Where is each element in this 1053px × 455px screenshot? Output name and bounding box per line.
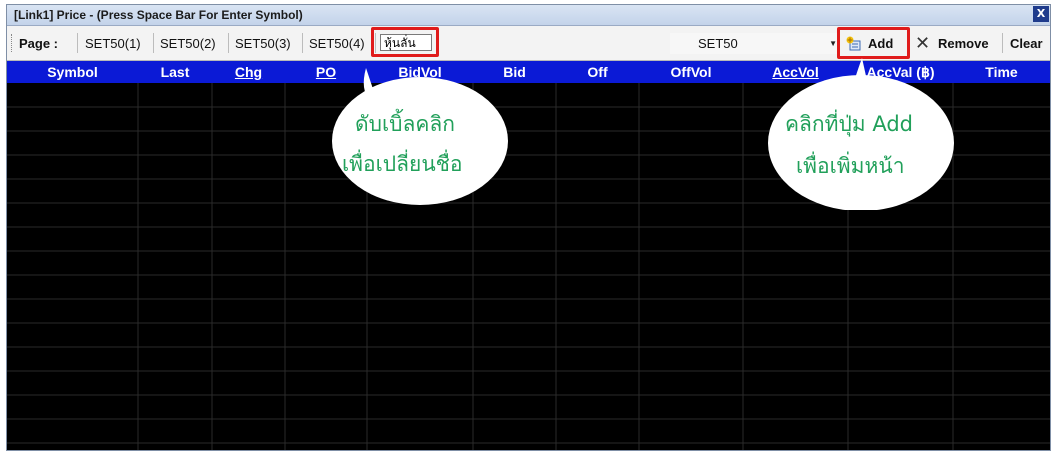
separator bbox=[302, 33, 303, 53]
right-callout-line1: คลิกที่ปุ่ม Add bbox=[785, 112, 913, 136]
window-title: [Link1] Price - (Press Space Bar For Ent… bbox=[14, 8, 303, 22]
title-bar[interactable]: [Link1] Price - (Press Space Bar For Ent… bbox=[7, 5, 1050, 26]
column-header[interactable]: Off bbox=[556, 61, 639, 83]
close-button[interactable]: X bbox=[1033, 6, 1049, 22]
separator bbox=[77, 33, 78, 53]
tab-set50-1[interactable]: SET50(1) bbox=[85, 36, 141, 51]
right-callout-line2: เพื่อเพิ่มหน้า bbox=[796, 154, 905, 178]
rename-highlight-box bbox=[371, 27, 439, 57]
clear-button[interactable]: Clear bbox=[1010, 36, 1043, 51]
separator bbox=[153, 33, 154, 53]
add-label: Add bbox=[868, 36, 894, 51]
left-callout-line1: ดับเบิ้ลคลิก bbox=[355, 112, 455, 136]
list-select-value: SET50 bbox=[698, 36, 738, 51]
separator bbox=[1002, 33, 1003, 53]
column-header[interactable]: Last bbox=[138, 61, 212, 83]
left-callout-line2: เพื่อเปลี่ยนชื่อ bbox=[342, 152, 463, 176]
remove-label: Remove bbox=[938, 36, 989, 51]
column-header[interactable]: Symbol bbox=[7, 61, 138, 83]
tab-set50-4[interactable]: SET50(4) bbox=[309, 36, 365, 51]
column-header[interactable]: Chg bbox=[212, 61, 285, 83]
dropdown-arrow-icon[interactable]: ▼ bbox=[829, 39, 837, 48]
separator bbox=[228, 33, 229, 53]
toolbar-grip[interactable] bbox=[11, 34, 14, 52]
add-page-icon bbox=[846, 36, 861, 51]
column-header[interactable]: OffVol bbox=[639, 61, 743, 83]
tab-set50-2[interactable]: SET50(2) bbox=[160, 36, 216, 51]
tab-set50-3[interactable]: SET50(3) bbox=[235, 36, 291, 51]
page-label: Page : bbox=[19, 36, 59, 51]
